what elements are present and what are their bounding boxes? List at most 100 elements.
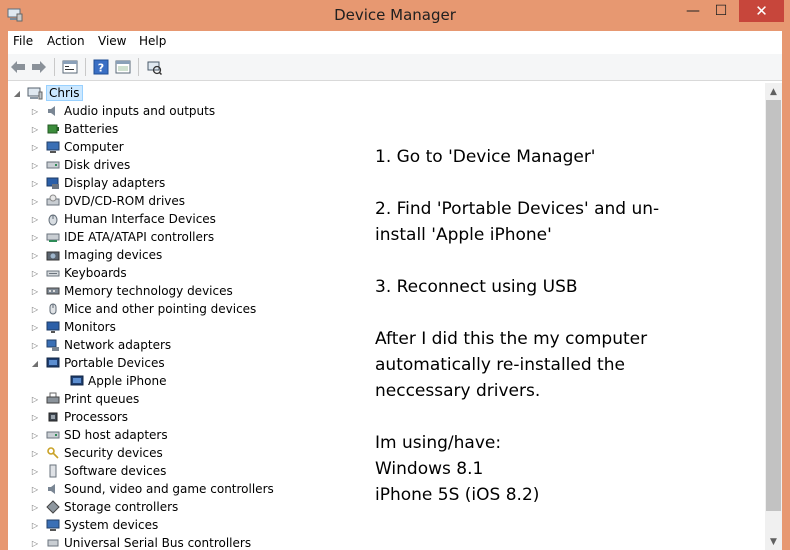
tree-item-mice[interactable]: ▷ Mice and other pointing devices — [30, 300, 256, 318]
scroll-thumb[interactable] — [766, 100, 781, 511]
note-result: After I did this the my computer automat… — [375, 329, 648, 401]
tree-item-storage-controllers[interactable]: ▷ Storage controllers — [30, 498, 178, 516]
scan-hardware-icon[interactable] — [144, 57, 164, 77]
system-device-icon — [45, 517, 61, 533]
printer-icon — [45, 391, 61, 407]
speaker-icon — [45, 481, 61, 497]
portable-device-icon — [69, 373, 85, 389]
expand-arrow-icon[interactable]: ▷ — [30, 102, 40, 120]
note-environment: Im using/have: Windows 8.1 iPhone 5S (iO… — [375, 433, 540, 505]
expand-arrow-icon[interactable]: ▷ — [30, 120, 40, 138]
sd-card-icon — [45, 427, 61, 443]
expand-arrow-icon[interactable]: ▷ — [30, 228, 40, 246]
expand-arrow-icon[interactable]: ▷ — [30, 192, 40, 210]
storage-controller-icon — [45, 499, 61, 515]
tree-item-ide-ata[interactable]: ▷ IDE ATA/ATAPI controllers — [30, 228, 214, 246]
menu-file[interactable]: File — [12, 34, 34, 48]
expand-arrow-icon[interactable]: ▷ — [30, 336, 40, 354]
tree-item-computer[interactable]: ▷ Computer — [30, 138, 124, 156]
expand-arrow-icon[interactable]: ▷ — [30, 300, 40, 318]
toolbar-separator — [85, 58, 86, 76]
disk-drive-icon — [45, 157, 61, 173]
tree-item-software-devices[interactable]: ▷ Software devices — [30, 462, 166, 480]
expand-arrow-icon[interactable]: ▷ — [30, 210, 40, 228]
tree-item-batteries[interactable]: ▷ Batteries — [30, 120, 118, 138]
title-bar[interactable]: Device Manager — ☐ ✕ — [0, 0, 790, 31]
memory-card-icon — [45, 283, 61, 299]
tree-item-memory-tech[interactable]: ▷ Memory technology devices — [30, 282, 233, 300]
tree-item-apple-iphone[interactable]: Apple iPhone — [54, 372, 166, 390]
expand-arrow-icon[interactable]: ▷ — [30, 156, 40, 174]
help-icon[interactable]: ? — [91, 57, 111, 77]
expand-arrow-icon[interactable]: ▷ — [30, 282, 40, 300]
note-step-1: 1. Go to 'Device Manager' — [375, 147, 596, 167]
processor-icon — [45, 409, 61, 425]
collapse-arrow-icon[interactable]: ◢ — [30, 354, 40, 372]
portable-device-icon — [45, 355, 61, 371]
expand-arrow-icon[interactable]: ▷ — [30, 426, 40, 444]
ide-controller-icon — [45, 229, 61, 245]
device-manager-window: Device Manager — ☐ ✕ File Action View He… — [0, 0, 790, 550]
expand-arrow-icon[interactable]: ▷ — [30, 408, 40, 426]
tree-item-hid[interactable]: ▷ Human Interface Devices — [30, 210, 216, 228]
hid-icon — [45, 211, 61, 227]
computer-icon — [27, 85, 43, 101]
toolbar-separator — [54, 58, 55, 76]
driver-details-icon[interactable] — [113, 57, 133, 77]
software-device-icon — [45, 463, 61, 479]
maximize-button[interactable]: ☐ — [708, 0, 734, 22]
menu-help[interactable]: Help — [138, 34, 167, 48]
note-step-3: 3. Reconnect using USB — [375, 277, 578, 297]
expand-arrow-icon[interactable]: ▷ — [30, 264, 40, 282]
expand-arrow-icon[interactable]: ▷ — [30, 498, 40, 516]
properties-icon[interactable] — [60, 57, 80, 77]
camera-icon — [45, 247, 61, 263]
tree-item-network-adapters[interactable]: ▷ Network adapters — [30, 336, 171, 354]
tree-item-imaging[interactable]: ▷ Imaging devices — [30, 246, 162, 264]
tree-item-system-devices[interactable]: ▷ System devices — [30, 516, 158, 534]
tree-item-sd-host[interactable]: ▷ SD host adapters — [30, 426, 168, 444]
expand-arrow-icon[interactable]: ▷ — [30, 444, 40, 462]
tree-item-usb-controllers[interactable]: ▷ Universal Serial Bus controllers — [30, 534, 251, 550]
vertical-scrollbar[interactable]: ▲ ▼ — [765, 83, 782, 550]
tree-item-audio-inputs[interactable]: ▷ Audio inputs and outputs — [30, 102, 215, 120]
close-button[interactable]: ✕ — [739, 0, 784, 22]
tree-root-node[interactable]: ◢ Chris — [12, 84, 83, 102]
expand-arrow-icon[interactable]: ▷ — [30, 462, 40, 480]
tree-item-security-devices[interactable]: ▷ Security devices — [30, 444, 163, 462]
tree-item-keyboards[interactable]: ▷ Keyboards — [30, 264, 127, 282]
tree-item-disk-drives[interactable]: ▷ Disk drives — [30, 156, 130, 174]
forward-arrow-icon[interactable] — [29, 57, 49, 77]
toolbar-separator — [138, 58, 139, 76]
back-arrow-icon[interactable] — [8, 57, 28, 77]
toolbar: ? — [8, 54, 782, 81]
menu-bar: File Action View Help — [8, 31, 782, 53]
tree-item-display-adapters[interactable]: ▷ Display adapters — [30, 174, 165, 192]
tree-item-portable-devices[interactable]: ◢ Portable Devices — [30, 354, 165, 372]
expand-arrow-icon[interactable]: ▷ — [30, 318, 40, 336]
tree-item-print-queues[interactable]: ▷ Print queues — [30, 390, 139, 408]
tree-item-monitors[interactable]: ▷ Monitors — [30, 318, 116, 336]
expand-arrow-icon[interactable]: ▷ — [30, 480, 40, 498]
scroll-up-icon[interactable]: ▲ — [765, 83, 782, 100]
monitor-icon — [45, 139, 61, 155]
monitor-icon — [45, 319, 61, 335]
expand-arrow-icon[interactable]: ▷ — [30, 246, 40, 264]
expand-arrow-icon[interactable]: ▷ — [30, 516, 40, 534]
menu-view[interactable]: View — [97, 34, 127, 48]
minimize-button[interactable]: — — [680, 0, 706, 22]
tree-root-label: Chris — [46, 85, 83, 101]
collapse-arrow-icon[interactable]: ◢ — [12, 84, 22, 102]
tree-item-processors[interactable]: ▷ Processors — [30, 408, 128, 426]
expand-arrow-icon[interactable]: ▷ — [30, 534, 40, 550]
tree-item-dvd-cdrom[interactable]: ▷ DVD/CD-ROM drives — [30, 192, 185, 210]
menu-action[interactable]: Action — [46, 34, 86, 48]
note-step-2: 2. Find 'Portable Devices' and un- insta… — [375, 199, 660, 245]
window-title: Device Manager — [334, 6, 456, 24]
tree-item-sound-video[interactable]: ▷ Sound, video and game controllers — [30, 480, 274, 498]
expand-arrow-icon[interactable]: ▷ — [30, 390, 40, 408]
expand-arrow-icon[interactable]: ▷ — [30, 138, 40, 156]
scroll-down-icon[interactable]: ▼ — [765, 533, 782, 550]
expand-arrow-icon[interactable]: ▷ — [30, 174, 40, 192]
